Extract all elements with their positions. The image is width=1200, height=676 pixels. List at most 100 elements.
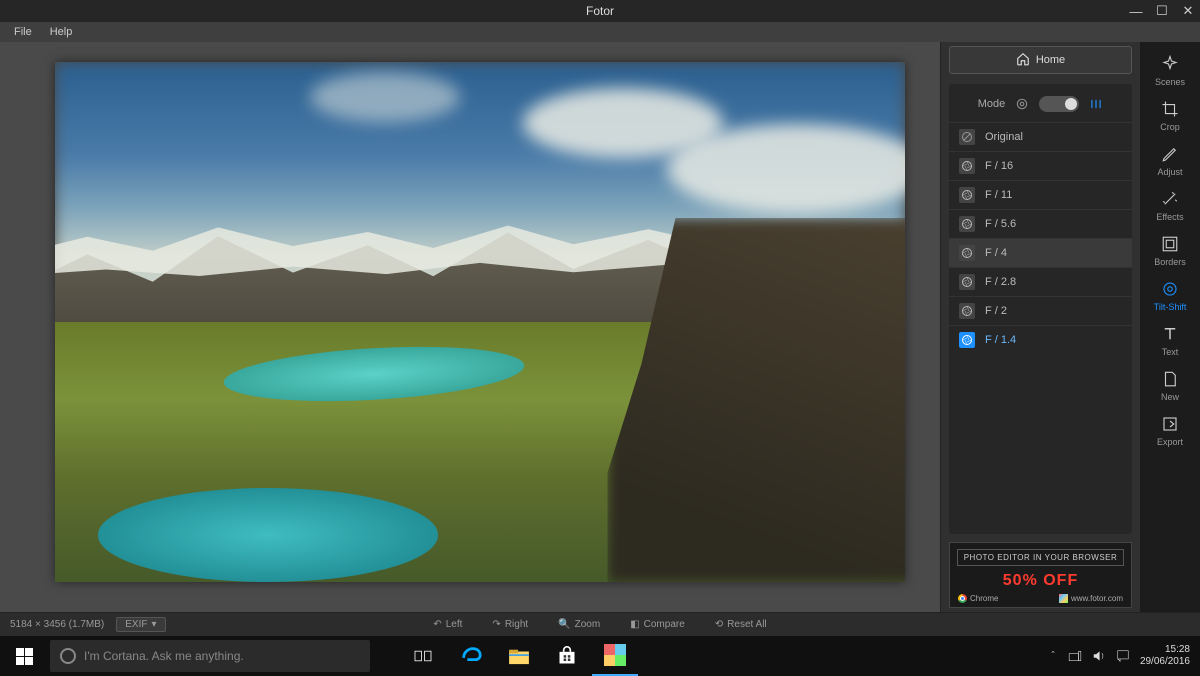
radial-mode-icon[interactable] — [1015, 97, 1029, 111]
aperture-item[interactable]: F / 4 — [949, 238, 1132, 267]
aperture-label: F / 1.4 — [985, 334, 1016, 346]
aperture-label: F / 11 — [985, 189, 1012, 201]
compare-icon: ◧ — [630, 619, 639, 630]
cortana-icon — [60, 648, 76, 664]
close-button[interactable]: ✕ — [1180, 3, 1196, 19]
aperture-label: Original — [985, 131, 1023, 143]
sidebar-tiltshift[interactable]: Tilt-Shift — [1141, 273, 1199, 316]
image-canvas[interactable] — [55, 62, 905, 582]
store-app-icon[interactable] — [544, 636, 590, 676]
minimize-button[interactable]: — — [1128, 3, 1144, 19]
home-button[interactable]: Home — [949, 46, 1132, 74]
start-button[interactable] — [0, 636, 48, 676]
sidebar-label: Export — [1157, 437, 1183, 447]
fotor-icon — [1059, 594, 1068, 603]
sidebar-new[interactable]: New — [1141, 363, 1199, 406]
tiltshift-icon — [1160, 279, 1180, 299]
sidebar-text[interactable]: Text — [1141, 318, 1199, 361]
menubar: File Help — [0, 22, 1200, 42]
sidebar-borders[interactable]: Borders — [1141, 228, 1199, 271]
sidebar-label: Tilt-Shift — [1154, 302, 1187, 312]
aperture-label: F / 16 — [985, 160, 1013, 172]
tool-sidebar: Scenes Crop AdjustEffects Borders Tilt-Shift… — [1140, 42, 1200, 612]
compare-button[interactable]: ◧Compare — [630, 619, 685, 630]
borders-icon — [1160, 234, 1180, 254]
fotor-app-icon[interactable] — [592, 636, 638, 676]
sidebar-label: Crop — [1160, 122, 1180, 132]
export-icon — [1160, 414, 1180, 434]
aperture-item[interactable]: F / 11 — [949, 180, 1132, 209]
aperture-label: F / 2.8 — [985, 276, 1016, 288]
linear-mode-icon[interactable] — [1089, 97, 1103, 111]
sidebar-effects[interactable]: Effects — [1141, 183, 1199, 226]
aperture-icon — [959, 187, 975, 203]
window-controls: — ☐ ✕ — [1128, 0, 1196, 22]
menu-help[interactable]: Help — [50, 26, 73, 38]
tray-chevron-icon[interactable]: ＾ — [1048, 649, 1058, 664]
tray-network-icon[interactable] — [1068, 649, 1082, 663]
canvas-area — [0, 42, 940, 612]
taskbar-apps — [400, 636, 638, 676]
sidebar-label: Borders — [1154, 257, 1186, 267]
pencil-icon — [1160, 144, 1180, 164]
promo-banner: PHOTO EDITOR IN YOUR BROWSER — [957, 549, 1125, 566]
promo-box[interactable]: PHOTO EDITOR IN YOUR BROWSER 50% OFF Chr… — [949, 542, 1132, 608]
explorer-app-icon[interactable] — [496, 636, 542, 676]
sparkle-icon — [1160, 54, 1180, 74]
maximize-button[interactable]: ☐ — [1154, 3, 1170, 19]
tray-volume-icon[interactable] — [1092, 649, 1106, 663]
aperture-icon — [959, 158, 975, 174]
app-window: Fotor — ☐ ✕ File Help — [0, 0, 1200, 636]
menu-file[interactable]: File — [14, 26, 32, 38]
image-dimensions: 5184 × 3456 (1.7MB) — [10, 619, 104, 630]
tray-notifications-icon[interactable] — [1116, 649, 1130, 663]
tray-clock[interactable]: 15:28 29/06/2016 — [1140, 644, 1190, 668]
aperture-item[interactable]: Original — [949, 122, 1132, 151]
right-panel: Home Mode Original F / 16 F / 11 F / 5.6 F /… — [940, 42, 1140, 612]
aperture-label: F / 4 — [985, 247, 1007, 259]
mode-toggle[interactable] — [1039, 96, 1079, 112]
promo-site: www.fotor.com — [1059, 594, 1123, 603]
mode-label: Mode — [978, 98, 1006, 110]
task-view-button[interactable] — [400, 636, 446, 676]
home-label: Home — [1036, 54, 1065, 66]
aperture-label: F / 5.6 — [985, 218, 1016, 230]
aperture-item[interactable]: F / 5.6 — [949, 209, 1132, 238]
sidebar-crop[interactable]: Crop — [1141, 93, 1199, 136]
cortana-placeholder: I'm Cortana. Ask me anything. — [84, 649, 244, 663]
zoom-icon: 🔍 — [558, 619, 570, 630]
exif-button[interactable]: EXIF ▾ — [116, 617, 165, 632]
main-area: Home Mode Original F / 16 F / 11 F / 5.6 F /… — [0, 42, 1200, 612]
rotate-left-icon: ↶ — [433, 619, 441, 630]
aperture-item[interactable]: F / 16 — [949, 151, 1132, 180]
aperture-item[interactable]: F / 1.4 — [949, 325, 1132, 354]
reset-button[interactable]: ⟲Reset All — [715, 619, 767, 630]
aperture-item[interactable]: F / 2.8 — [949, 267, 1132, 296]
aperture-icon — [959, 274, 975, 290]
rotate-right-button[interactable]: ↷Right — [492, 619, 528, 630]
app-title: Fotor — [586, 4, 614, 18]
sidebar-scenes[interactable]: Scenes — [1141, 48, 1199, 91]
zoom-button[interactable]: 🔍Zoom — [558, 619, 600, 630]
system-tray: ＾ 15:28 29/06/2016 — [1048, 644, 1200, 668]
home-icon — [1016, 52, 1030, 69]
promo-links: Chrome www.fotor.com — [954, 594, 1127, 603]
bottombar-center: ↶Left ↷Right 🔍Zoom ◧Compare ⟲Reset All — [433, 619, 766, 630]
sidebar-export[interactable]: Export — [1141, 408, 1199, 451]
edge-app-icon[interactable] — [448, 636, 494, 676]
crop-icon — [1160, 99, 1180, 119]
sidebar-adjust[interactable]: Adjust — [1141, 138, 1199, 181]
tiltshift-panel: Mode Original F / 16 F / 11 F / 5.6 F / 4 F /… — [949, 84, 1132, 534]
sidebar-label: Text — [1162, 347, 1179, 357]
image-lake — [98, 488, 438, 582]
reset-icon: ⟲ — [715, 619, 723, 630]
promo-chrome: Chrome — [958, 594, 998, 603]
text-icon — [1160, 324, 1180, 344]
aperture-item[interactable]: F / 2 — [949, 296, 1132, 325]
no-icon — [959, 129, 975, 145]
aperture-label: F / 2 — [985, 305, 1007, 317]
promo-discount: 50% OFF — [954, 572, 1127, 590]
cortana-search[interactable]: I'm Cortana. Ask me anything. — [50, 640, 370, 672]
rotate-left-button[interactable]: ↶Left — [433, 619, 462, 630]
sidebar-label: New — [1161, 392, 1179, 402]
